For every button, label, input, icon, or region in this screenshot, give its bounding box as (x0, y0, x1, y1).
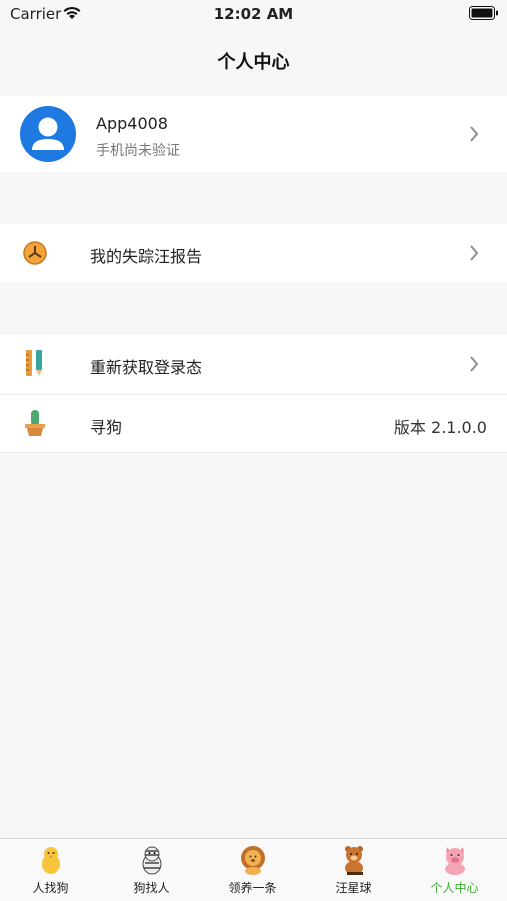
cactus-icon (25, 410, 45, 436)
tab-label: 人找狗 (32, 881, 69, 895)
chick-icon (42, 847, 60, 874)
chevron-right-icon (470, 126, 479, 142)
phone-verification-status: 手机尚未验证 (96, 143, 180, 159)
zebra-icon (142, 846, 162, 875)
tab-label: 汪星球 (335, 881, 372, 895)
tab-profile[interactable]: 个人中心 (404, 839, 505, 901)
divider (0, 452, 507, 453)
page-title: 个人中心 (217, 52, 290, 73)
find-dog-label: 寻狗 (90, 418, 123, 437)
app-version: 版本 2.1.0.0 (393, 418, 487, 437)
bear-icon (345, 846, 363, 875)
tab-find-owner[interactable]: 狗找人 (101, 839, 202, 901)
report-label: 我的失踪汪报告 (90, 247, 203, 266)
status-bar: Carrier 12:02 AM (0, 0, 507, 28)
profile-row[interactable]: App4008 手机尚未验证 (0, 96, 507, 172)
tab-find-dog[interactable]: 人找狗 (0, 839, 101, 901)
battery-icon (469, 6, 498, 20)
tools-icon (26, 350, 42, 376)
chevron-right-icon (470, 356, 479, 372)
relogin-label: 重新获取登录态 (90, 358, 203, 377)
tab-label: 个人中心 (430, 881, 479, 895)
tab-bar: 人找狗 狗找人 领养一条 汪星球 个人中心 (0, 838, 507, 901)
find-dog-row[interactable]: 寻狗 版本 2.1.0.0 (0, 394, 507, 453)
lion-icon (241, 846, 265, 875)
tab-dog-planet[interactable]: 汪星球 (303, 839, 404, 901)
tab-label: 狗找人 (133, 881, 170, 895)
clock-icon (23, 241, 47, 265)
tab-label: 领养一条 (228, 881, 277, 895)
relogin-row[interactable]: 重新获取登录态 (0, 335, 507, 393)
chevron-right-icon (470, 245, 479, 261)
avatar (20, 106, 76, 162)
nav-bar: 个人中心 (0, 28, 507, 94)
tab-adopt[interactable]: 领养一条 (202, 839, 303, 901)
missing-dog-report-row[interactable]: 我的失踪汪报告 (0, 224, 507, 282)
pig-icon (445, 847, 465, 875)
person-icon (32, 117, 64, 150)
status-time: 12:02 AM (213, 5, 294, 23)
user-name: App4008 (96, 114, 168, 133)
